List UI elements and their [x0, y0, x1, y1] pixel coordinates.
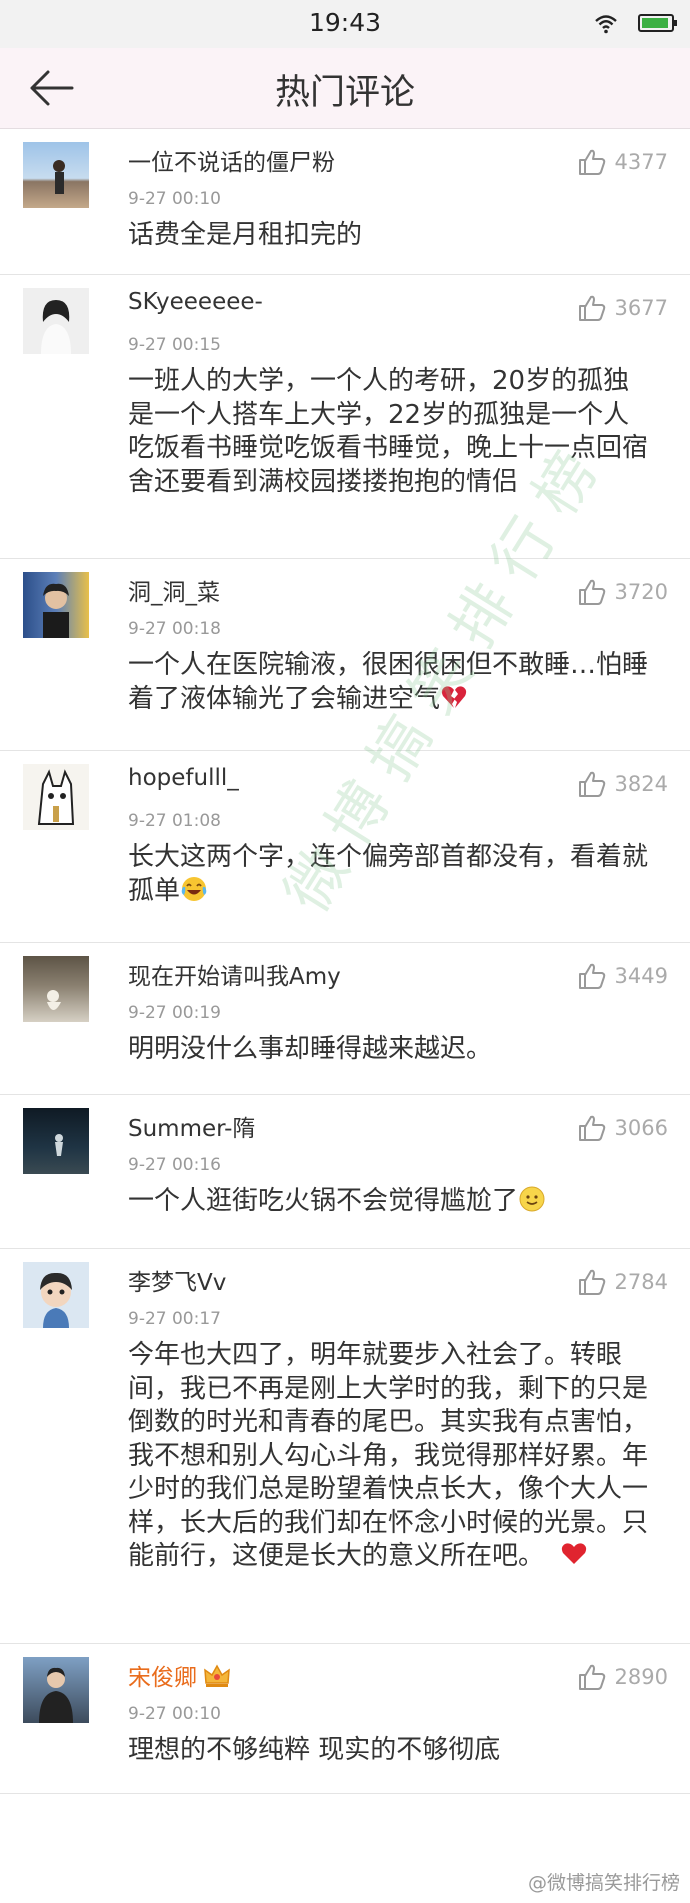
comment-text: 一班人的大学，一个人的考研，20岁的孤独是一个人搭车上大学，22岁的孤独是一个人… [128, 366, 649, 497]
thumbs-up-icon [578, 149, 605, 175]
comment-item: 李梦飞Vv 9-27 00:17 2784 今年也大四了，明年就要步入社会了。转… [0, 1249, 690, 1644]
comment-author[interactable]: 洞_洞_菜 [128, 573, 220, 607]
thumbs-up-icon [578, 1269, 605, 1295]
comment-text-body: 一个人逛街吃火锅不会觉得尴尬了 [128, 1186, 519, 1216]
like-count: 2784 [614, 1270, 668, 1294]
author-name: 宋俊卿 [128, 1665, 197, 1691]
comment-item: 一位不说话的僵尸粉 9-27 00:10 4377 话费全是月租扣完的 [0, 129, 690, 275]
comment-text-body: 一个人在医院输液，很困很困但不敢睡…怕睡着了液体输光了会输进空气 [128, 650, 649, 714]
comment-text: 理想的不够纯粹 现实的不够彻底 [128, 1735, 501, 1765]
like-button[interactable]: 3677 [577, 293, 668, 323]
comment-author[interactable]: 一位不说话的僵尸粉 [128, 143, 335, 177]
like-button[interactable]: 2784 [577, 1267, 668, 1297]
comment-time: 9-27 00:10 [128, 1704, 221, 1724]
status-time: 19:43 [308, 8, 382, 37]
thumbs-up-icon [578, 771, 605, 797]
comment-author[interactable]: 现在开始请叫我Amy [128, 957, 341, 991]
comment-text-body: 今年也大四了，明年就要步入社会了。转眼间，我已不再是刚上大学时的我，剩下的只是倒… [128, 1340, 649, 1571]
comment-author[interactable]: 宋俊卿 [128, 1658, 231, 1692]
wifi-icon [595, 15, 617, 34]
like-count: 3720 [614, 580, 668, 604]
avatar[interactable] [23, 142, 89, 208]
comment-time: 9-27 00:17 [128, 1309, 221, 1329]
avatar[interactable] [23, 572, 89, 638]
thumbs-up-icon [578, 579, 605, 605]
comment-item: 宋俊卿 9-27 00:10 2890 理想的不够纯粹 现实的不够彻底 [0, 1644, 690, 1794]
like-button[interactable]: 2890 [577, 1662, 668, 1692]
comment-time: 9-27 00:18 [128, 619, 221, 639]
comment-time: 9-27 00:15 [128, 335, 221, 355]
like-button[interactable]: 3449 [577, 961, 668, 991]
broken-heart-icon [441, 685, 467, 708]
like-count: 2890 [614, 1665, 668, 1689]
two-hearts-icon [561, 1543, 587, 1564]
like-count: 3066 [614, 1116, 668, 1140]
comment-list: 一位不说话的僵尸粉 9-27 00:10 4377 话费全是月租扣完的 SKye… [0, 129, 690, 1794]
comment-item: 洞_洞_菜 9-27 00:18 3720 一个人在医院输液，很困很困但不敢睡…… [0, 559, 690, 751]
like-count: 3677 [614, 296, 668, 320]
comment-time: 9-27 00:19 [128, 1003, 221, 1023]
smile-icon [519, 1186, 545, 1212]
like-button[interactable]: 3720 [577, 577, 668, 607]
comment-author[interactable]: SKyeeeeee- [128, 289, 263, 315]
comment-item: SKyeeeeee- 9-27 00:15 3677 一班人的大学，一个人的考研… [0, 275, 690, 559]
battery-icon [638, 14, 677, 32]
comment-text: 一个人逛街吃火锅不会觉得尴尬了 [128, 1185, 650, 1219]
like-button[interactable]: 3824 [577, 769, 668, 799]
crown-icon [204, 1664, 230, 1687]
like-button[interactable]: 3066 [577, 1113, 668, 1143]
comment-author[interactable]: 李梦飞Vv [128, 1263, 226, 1297]
thumbs-up-icon [578, 295, 605, 321]
avatar[interactable] [23, 1108, 89, 1174]
like-button[interactable]: 4377 [577, 147, 668, 177]
comment-text: 话费全是月租扣完的 [128, 220, 363, 250]
comment-time: 9-27 00:16 [128, 1155, 221, 1175]
laugh-cry-icon [181, 876, 207, 901]
comment-text: 一个人在医院输液，很困很困但不敢睡…怕睡着了液体输光了会输进空气 [128, 649, 650, 716]
like-count: 4377 [614, 150, 668, 174]
comment-text: 今年也大四了，明年就要步入社会了。转眼间，我已不再是刚上大学时的我，剩下的只是倒… [128, 1339, 650, 1574]
like-count: 3449 [614, 964, 668, 988]
avatar[interactable] [23, 956, 89, 1022]
status-bar: 19:43 [0, 0, 690, 48]
comment-item: 现在开始请叫我Amy 9-27 00:19 3449 明明没什么事却睡得越来越迟… [0, 943, 690, 1095]
avatar[interactable] [23, 1657, 89, 1723]
like-count: 3824 [614, 772, 668, 796]
page-title: 热门评论 [274, 73, 415, 113]
comment-text: 明明没什么事却睡得越来越迟。 [128, 1034, 493, 1064]
comment-item: Summer-隋 9-27 00:16 3066 一个人逛街吃火锅不会觉得尴尬了 [0, 1095, 690, 1249]
thumbs-up-icon [578, 1664, 605, 1690]
comment-time: 9-27 01:08 [128, 811, 221, 831]
comment-text: 长大这两个字，连个偏旁部首都没有，看着就孤单 [128, 841, 650, 908]
avatar[interactable] [23, 1262, 89, 1328]
thumbs-up-icon [578, 963, 605, 989]
comment-author[interactable]: Summer-隋 [128, 1109, 255, 1143]
comment-item: hopefulll_ 9-27 01:08 3824 长大这两个字，连个偏旁部首… [0, 751, 690, 943]
avatar[interactable] [23, 764, 89, 830]
nav-bar: 热门评论 [0, 48, 690, 129]
avatar[interactable] [23, 288, 89, 354]
comment-author[interactable]: hopefulll_ [128, 765, 239, 791]
comment-time: 9-27 00:10 [128, 189, 221, 209]
thumbs-up-icon [578, 1115, 605, 1141]
watermark-corner: @微博搞笑排行榜 [527, 1872, 680, 1894]
